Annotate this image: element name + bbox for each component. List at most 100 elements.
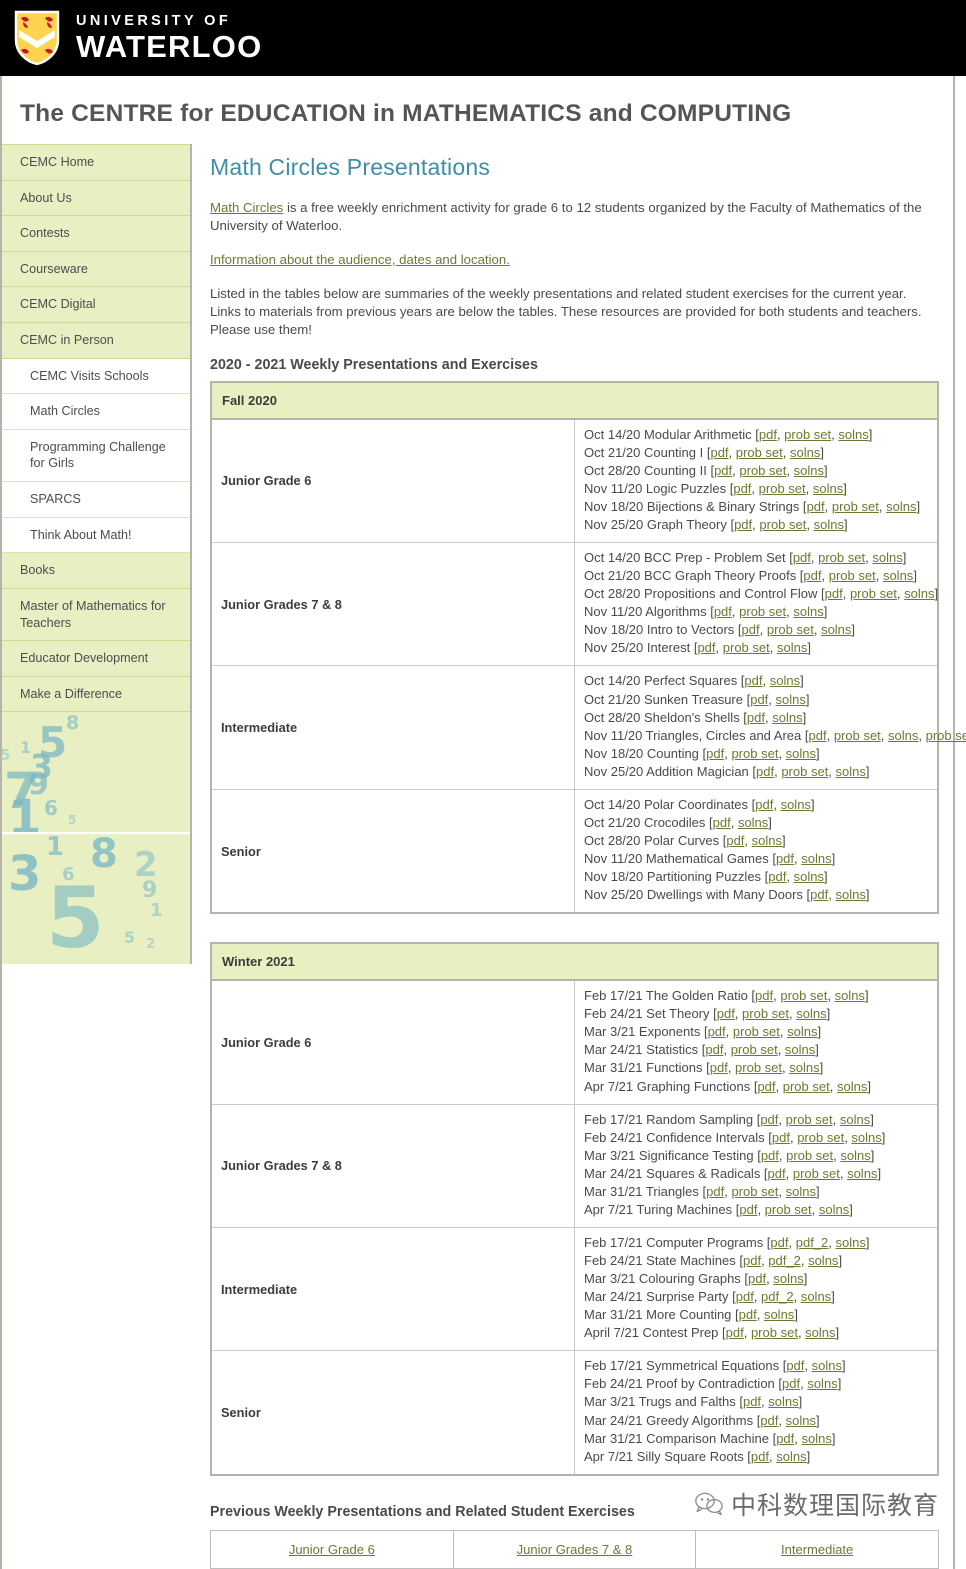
resource-link-solns[interactable]: solns <box>752 833 782 848</box>
resource-link-pdf[interactable]: pdf <box>772 1130 790 1145</box>
resource-link-solns[interactable]: solns <box>838 427 868 442</box>
resource-link-solns[interactable]: solns <box>789 1060 819 1075</box>
resource-link-solns[interactable]: solns <box>821 622 851 637</box>
resource-link-pdf[interactable]: pdf <box>768 869 786 884</box>
resource-link-pdf[interactable]: pdf <box>706 746 724 761</box>
sidebar-item-think-about-math[interactable]: Think About Math! <box>2 517 190 554</box>
resource-link-prob-set[interactable]: prob set <box>829 568 876 583</box>
resource-link-prob-set[interactable]: prob set <box>731 1184 778 1199</box>
resource-link-solns[interactable]: solns <box>790 445 820 460</box>
resource-link-pdf[interactable]: pdf <box>751 1449 769 1464</box>
resource-link-solns[interactable]: solns <box>794 869 824 884</box>
resource-link-solns[interactable]: solns <box>886 499 916 514</box>
resource-link-solns[interactable]: solns <box>883 568 913 583</box>
sidebar-item-master-of-mathematics-for-teachers[interactable]: Master of Mathematics for Teachers <box>2 588 190 642</box>
resource-link-prob-set[interactable]: prob set <box>765 1202 812 1217</box>
resource-link-solns[interactable]: solns <box>836 1235 866 1250</box>
resource-link-prob-set[interactable]: prob set <box>759 517 806 532</box>
resource-link-pdf[interactable]: pdf <box>705 1042 723 1057</box>
resource-link-solns[interactable]: solns <box>786 1413 816 1428</box>
resource-link-prob-set[interactable]: prob set <box>781 764 828 779</box>
resource-link-prob-set[interactable]: prob set <box>850 586 897 601</box>
resource-link-pdf[interactable]: pdf <box>714 604 732 619</box>
resource-link-solns[interactable]: solns <box>813 481 843 496</box>
resource-link-pdf[interactable]: pdf <box>717 1006 735 1021</box>
resource-link-pdf-2[interactable]: pdf_2 <box>768 1253 801 1268</box>
resource-link-prob-set[interactable]: prob set <box>818 550 865 565</box>
sidebar-item-programming-challenge-for-girls[interactable]: Programming Challenge for Girls <box>2 429 190 483</box>
resource-link-solns[interactable]: solns <box>807 1376 837 1391</box>
resource-link-pdf-2[interactable]: pdf_2 <box>761 1289 794 1304</box>
resource-link-pdf[interactable]: pdf <box>710 1060 728 1075</box>
resource-link-pdf[interactable]: pdf <box>782 1376 800 1391</box>
resource-link-prob-set[interactable]: prob set <box>797 1130 844 1145</box>
resource-link-prob-set[interactable]: prob set <box>733 1024 780 1039</box>
resource-link-pdf[interactable]: pdf <box>761 1148 779 1163</box>
resource-link-solns[interactable]: solns <box>836 764 866 779</box>
resource-link-pdf[interactable]: pdf <box>743 1394 761 1409</box>
resource-link-pdf[interactable]: pdf <box>776 1431 794 1446</box>
resource-link-pdf[interactable]: pdf <box>726 1325 744 1340</box>
sidebar-item-contests[interactable]: Contests <box>2 216 190 252</box>
previous-link-intermediate[interactable]: Intermediate <box>781 1542 853 1557</box>
resource-link-prob-set-2[interactable]: prob set 2 <box>926 728 966 743</box>
resource-link-pdf[interactable]: pdf <box>825 586 843 601</box>
resource-link-solns[interactable]: solns <box>840 1112 870 1127</box>
resource-link-solns[interactable]: solns <box>768 1394 798 1409</box>
resource-link-pdf[interactable]: pdf <box>710 445 728 460</box>
resource-link-solns[interactable]: solns <box>814 517 844 532</box>
resource-link-solns[interactable]: solns <box>805 1325 835 1340</box>
resource-link-solns[interactable]: solns <box>777 640 807 655</box>
resource-link-solns[interactable]: solns <box>776 1449 806 1464</box>
resource-link-prob-set[interactable]: prob set <box>739 604 786 619</box>
resource-link-pdf-2[interactable]: pdf_2 <box>796 1235 829 1250</box>
resource-link-solns[interactable]: solns <box>851 1130 881 1145</box>
resource-link-prob-set[interactable]: prob set <box>786 1148 833 1163</box>
resource-link-pdf[interactable]: pdf <box>714 463 732 478</box>
resource-link-prob-set[interactable]: prob set <box>767 622 814 637</box>
resource-link-pdf[interactable]: pdf <box>768 1166 786 1181</box>
resource-link-pdf[interactable]: pdf <box>760 1112 778 1127</box>
resource-link-prob-set[interactable]: prob set <box>834 728 881 743</box>
sidebar-item-cemc-digital[interactable]: CEMC Digital <box>2 287 190 324</box>
resource-link-prob-set[interactable]: prob set <box>735 1060 782 1075</box>
resource-link-pdf[interactable]: pdf <box>708 1024 726 1039</box>
resource-link-solns[interactable]: solns <box>764 1307 794 1322</box>
resource-link-pdf[interactable]: pdf <box>755 988 773 1003</box>
sidebar-item-courseware[interactable]: Courseware <box>2 251 190 288</box>
resource-link-pdf[interactable]: pdf <box>759 427 777 442</box>
sidebar-item-books[interactable]: Books <box>2 553 190 589</box>
resource-link-pdf[interactable]: pdf <box>786 1358 804 1373</box>
resource-link-solns[interactable]: solns <box>801 851 831 866</box>
resource-link-pdf[interactable]: pdf <box>770 1235 788 1250</box>
sidebar-item-educator-development[interactable]: Educator Development <box>2 641 190 677</box>
resource-link-solns[interactable]: solns <box>888 728 918 743</box>
sidebar-item-make-a-difference[interactable]: Make a Difference <box>2 676 190 713</box>
resource-link-pdf[interactable]: pdf <box>739 1307 757 1322</box>
resource-link-pdf[interactable]: pdf <box>713 815 731 830</box>
resource-link-solns[interactable]: solns <box>786 1184 816 1199</box>
resource-link-prob-set[interactable]: prob set <box>793 1166 840 1181</box>
previous-link-junior-grade-6[interactable]: Junior Grade 6 <box>289 1542 375 1557</box>
resource-link-pdf[interactable]: pdf <box>734 517 752 532</box>
resource-link-pdf[interactable]: pdf <box>757 1079 775 1094</box>
resource-link-solns[interactable]: solns <box>787 1024 817 1039</box>
resource-link-pdf[interactable]: pdf <box>803 568 821 583</box>
sidebar-item-math-circles[interactable]: Math Circles <box>2 394 190 430</box>
resource-link-pdf[interactable]: pdf <box>809 728 827 743</box>
resource-link-prob-set[interactable]: prob set <box>739 463 786 478</box>
resource-link-pdf[interactable]: pdf <box>726 833 744 848</box>
resource-link-pdf[interactable]: pdf <box>748 1271 766 1286</box>
resource-link-pdf[interactable]: pdf <box>793 550 811 565</box>
resource-link-prob-set[interactable]: prob set <box>759 481 806 496</box>
resource-link-solns[interactable]: solns <box>786 746 816 761</box>
resource-link-pdf[interactable]: pdf <box>807 499 825 514</box>
resource-link-pdf[interactable]: pdf <box>739 1202 757 1217</box>
sidebar-item-cemc-in-person[interactable]: CEMC in Person <box>2 323 190 359</box>
resource-link-prob-set[interactable]: prob set <box>751 1325 798 1340</box>
audience-info-link[interactable]: Information about the audience, dates an… <box>210 252 510 267</box>
resource-link-solns[interactable]: solns <box>796 1006 826 1021</box>
sidebar-item-cemc-visits-schools[interactable]: CEMC Visits Schools <box>2 358 190 395</box>
resource-link-solns[interactable]: solns <box>773 1271 803 1286</box>
resource-link-solns[interactable]: solns <box>835 887 865 902</box>
